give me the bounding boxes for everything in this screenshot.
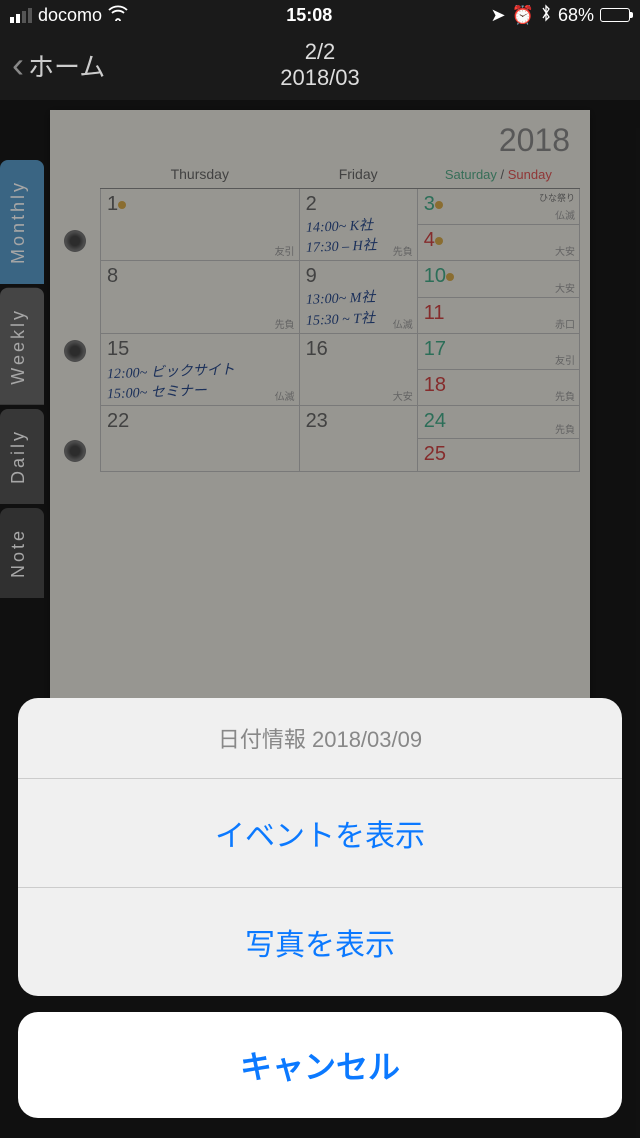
back-chevron-icon[interactable]: ‹ — [12, 44, 24, 86]
sheet-title: 日付情報 2018/03/09 — [18, 698, 622, 779]
battery-icon — [600, 8, 630, 22]
bluetooth-icon — [540, 4, 552, 27]
show-photos-button[interactable]: 写真を表示 — [18, 888, 622, 996]
alarm-icon: ⏰ — [512, 5, 534, 26]
date-label: 2018/03 — [280, 65, 360, 91]
action-sheet: 日付情報 2018/03/09 イベントを表示 写真を表示 キャンセル — [18, 698, 622, 1118]
battery-pct: 68% — [558, 5, 594, 26]
show-events-button[interactable]: イベントを表示 — [18, 779, 622, 888]
page-index: 2/2 — [280, 39, 360, 65]
status-bar: docomo 15:08 ➤ ⏰ 68% — [0, 0, 640, 30]
carrier-label: docomo — [38, 5, 102, 26]
nav-title: 2/2 2018/03 — [280, 39, 360, 91]
back-button[interactable]: ホーム — [28, 47, 105, 84]
wifi-icon — [108, 5, 128, 26]
signal-icon — [10, 8, 32, 23]
nav-header: ‹ ホーム 2/2 2018/03 — [0, 30, 640, 100]
clock: 15:08 — [286, 5, 332, 26]
location-icon: ➤ — [490, 5, 505, 26]
cancel-button[interactable]: キャンセル — [18, 1012, 622, 1118]
